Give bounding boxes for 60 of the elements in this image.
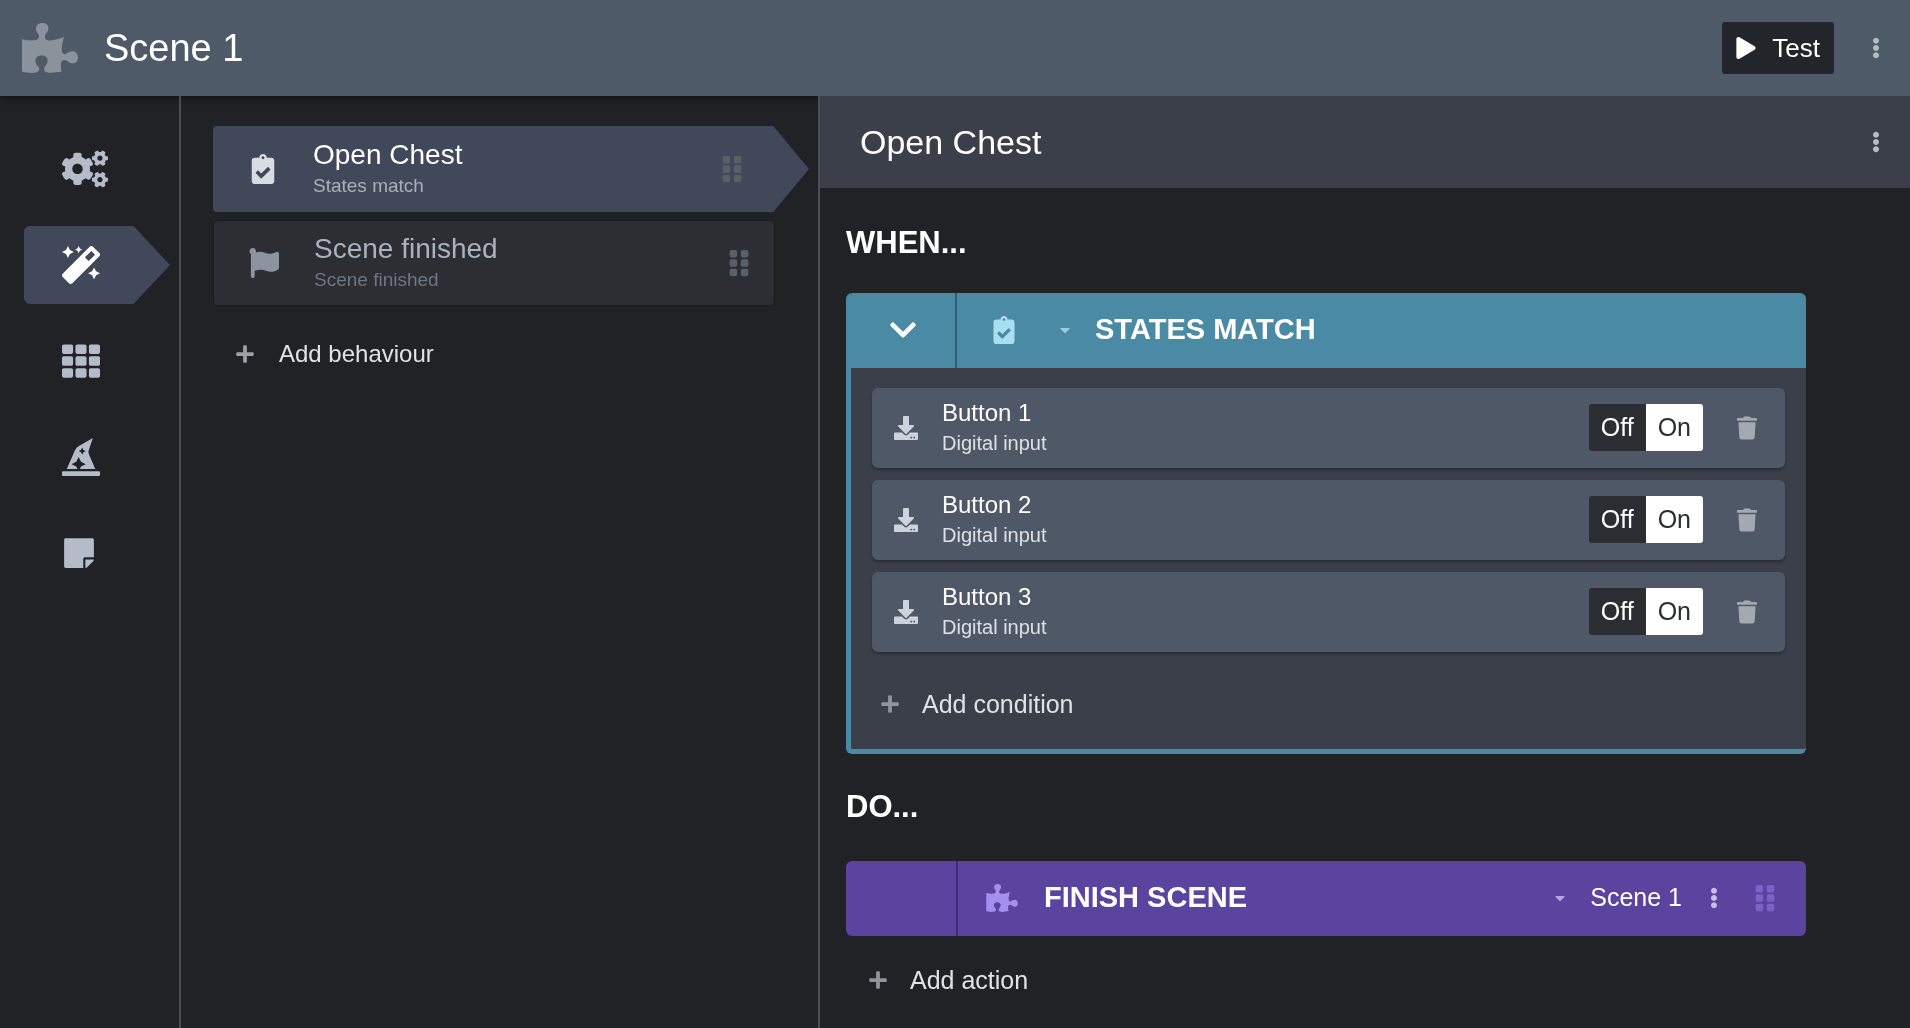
scene-title: Scene 1	[104, 25, 244, 71]
trash-icon	[1737, 599, 1757, 624]
drag-handle-icon[interactable]	[721, 154, 743, 184]
puzzle-piece-icon	[986, 884, 1018, 912]
delete-button[interactable]	[1737, 599, 1757, 624]
delete-button[interactable]	[1737, 415, 1757, 440]
toggle-option[interactable]: On	[1645, 404, 1703, 451]
condition-name: Button 1	[942, 397, 1033, 428]
nav-item[interactable]	[24, 226, 170, 304]
download-icon	[894, 507, 918, 532]
when-heading: WHEN...	[846, 224, 968, 262]
add-condition-button[interactable]: Add condition	[880, 685, 1074, 723]
more-icon	[1710, 886, 1718, 910]
plus-icon	[235, 344, 255, 364]
magic-wand-icon	[62, 246, 100, 284]
gears-icon	[62, 150, 108, 188]
flag-icon	[249, 248, 279, 278]
clipboard-check-icon	[251, 154, 275, 184]
condition-type: Digital input	[942, 522, 1048, 548]
more-icon	[1872, 36, 1880, 60]
behaviour-title: Open Chest	[313, 137, 464, 172]
drag-handle-icon[interactable]	[1754, 883, 1776, 913]
toggle-option[interactable]: On	[1645, 588, 1703, 635]
condition-type: Digital input	[942, 430, 1048, 456]
behaviour-subtitle: Scene finished	[314, 267, 440, 292]
toggle-option[interactable]: Off	[1588, 496, 1646, 543]
behaviour-subtitle: States match	[313, 173, 425, 198]
puzzle-piece-icon	[22, 23, 78, 73]
behaviour-item[interactable]: Scene finished Scene finished	[213, 220, 775, 306]
plus-icon	[880, 694, 900, 715]
toggle-option[interactable]: Off	[1588, 588, 1646, 635]
play-icon	[1736, 37, 1757, 59]
delete-button[interactable]	[1737, 507, 1757, 532]
condition-type: Digital input	[942, 614, 1048, 640]
detail-title: Open Chest	[860, 121, 1043, 163]
trash-icon	[1737, 415, 1757, 440]
more-menu-button[interactable]	[1710, 886, 1718, 910]
toggle-option[interactable]: On	[1645, 496, 1703, 543]
download-icon	[894, 599, 918, 624]
plus-icon	[868, 970, 888, 991]
action-title: FINISH SCENE	[1044, 880, 1249, 916]
do-heading: DO...	[846, 788, 920, 826]
download-icon	[894, 415, 918, 440]
behaviour-item[interactable]: Open Chest States match	[213, 126, 809, 212]
condition-name: Button 3	[942, 581, 1033, 612]
sticky-note-icon	[62, 536, 96, 570]
add-behaviour-button[interactable]: Add behaviour	[235, 336, 818, 372]
clipboard-check-icon	[993, 316, 1015, 344]
more-icon	[1872, 130, 1880, 154]
action-value[interactable]: Scene 1	[1590, 879, 1682, 917]
condition-block-title: STATES MATCH	[1095, 312, 1316, 348]
behaviour-title: Scene finished	[314, 231, 499, 266]
condition-name: Button 2	[942, 489, 1033, 520]
grid-icon	[62, 342, 100, 380]
test-button[interactable]: Test	[1722, 22, 1834, 74]
drag-handle-icon[interactable]	[728, 248, 750, 278]
trash-icon	[1737, 507, 1757, 532]
add-action-button[interactable]: Add action	[868, 961, 1029, 999]
toggle-option[interactable]: Off	[1588, 404, 1646, 451]
wizard-hat-icon	[62, 438, 100, 476]
